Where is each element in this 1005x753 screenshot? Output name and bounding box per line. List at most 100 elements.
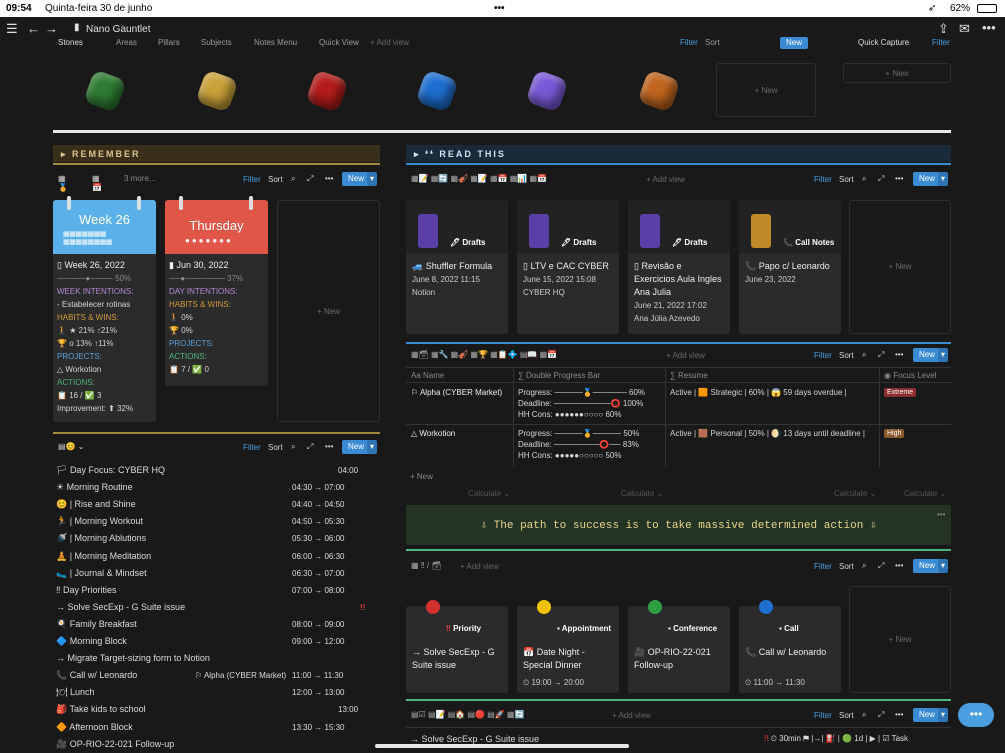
sort-link[interactable]: Sort (705, 38, 720, 47)
table-row[interactable]: △ Workotion Progress: ─────🏅───── 50% De… (406, 425, 951, 466)
task-card[interactable]: ▪ Appointment 📅 Date Night - Special Din… (517, 600, 619, 693)
chevron-down-icon[interactable]: ▾ (367, 440, 378, 454)
chevron-down-icon[interactable]: ▾ (938, 348, 949, 362)
tab-quick-view[interactable]: Quick View (319, 38, 359, 47)
search-icon[interactable]: ⌕ (862, 710, 866, 720)
more-icon[interactable]: ••• (895, 350, 903, 359)
more-icon[interactable]: ••• (895, 561, 903, 570)
more-icon[interactable]: ••• (895, 710, 903, 719)
tab-areas[interactable]: Areas (116, 38, 137, 47)
new-button[interactable]: New (913, 172, 942, 186)
bottom-task-row[interactable]: → Solve SecExp - G Suite issue (410, 734, 539, 744)
share-icon[interactable]: ⇪ (938, 21, 949, 37)
expand-icon[interactable]: ⤢ (307, 174, 313, 184)
agenda-item[interactable]: ☀ Morning Routine (56, 482, 133, 493)
more-icon[interactable]: ••• (937, 510, 945, 519)
col-name[interactable]: Name (423, 371, 444, 380)
calculate-link[interactable]: Calculate ⌄ (621, 489, 663, 498)
new-button[interactable]: New (342, 440, 371, 454)
forward-arrow-icon[interactable]: → (45, 21, 58, 36)
search-icon[interactable]: ⌕ (862, 561, 866, 571)
projects-view-tabs[interactable]: ▦🗃 ▦🔧 ▦🎻 ▦🏆 ▦📋💠 ▤📖 ▦📅 (411, 350, 557, 359)
more-icon[interactable]: ••• (895, 174, 903, 183)
filter-link[interactable]: Filter (932, 38, 950, 47)
col-progress[interactable]: Double Progress Bar (526, 371, 600, 380)
add-view-link[interactable]: + Add view (646, 175, 685, 184)
agenda-item[interactable]: 🔷 Morning Block (56, 636, 127, 647)
agenda-item[interactable]: 😊 | Rise and Shine (56, 499, 136, 510)
agenda-item[interactable]: 🥿 | Journal & Mindset (56, 568, 147, 579)
back-arrow-icon[interactable]: ← (27, 21, 40, 36)
agenda-item[interactable]: 📞 Call w/ Leonardo (56, 670, 137, 681)
search-icon[interactable]: ⌕ (291, 174, 295, 184)
read-card-relation[interactable]: Ana Júlia Azevedo (634, 312, 724, 325)
filter-link[interactable]: Filter (680, 38, 698, 47)
add-view-link[interactable]: + Add view (460, 562, 499, 571)
filter-link[interactable]: Filter (814, 562, 832, 571)
new-card[interactable]: + New (849, 200, 951, 334)
comment-icon[interactable]: ✉ (959, 21, 970, 37)
filter-link[interactable]: Filter (814, 175, 832, 184)
read-card[interactable]: 📞 Call Notes 📞 Papo c/ Leonardo June 23,… (739, 200, 841, 334)
sort-link[interactable]: Sort (839, 562, 854, 571)
remember-banner[interactable]: ▸ REMEMBER (53, 145, 380, 162)
agenda-item-relation[interactable]: ⚐ Alpha (CYBER Market) (195, 671, 286, 680)
page-title[interactable]: Nano Gauntlet (86, 24, 151, 35)
search-icon[interactable]: ⌕ (291, 442, 295, 452)
agenda-item[interactable]: 🍽 Lunch (56, 687, 94, 698)
agenda-item[interactable]: 🎥 OP-RIO-22-021 Follow-up (56, 739, 174, 750)
chevron-down-icon[interactable]: ▾ (938, 708, 949, 722)
agenda-item[interactable]: 🏃 | Morning Workout (56, 516, 143, 527)
agenda-item[interactable]: 🧘 | Morning Meditation (56, 551, 151, 562)
table-row[interactable]: ⚐ Alpha (CYBER Market) Progress: ─────🏅─… (406, 384, 951, 425)
add-view-link[interactable]: + Add view (370, 38, 409, 47)
col-resume[interactable]: Resume (678, 371, 708, 380)
week-project[interactable]: Workotion (65, 365, 101, 374)
add-view-link[interactable]: + Add view (666, 351, 705, 360)
expand-icon[interactable]: ⤢ (878, 561, 884, 571)
agenda-item[interactable]: 🏳 Day Focus: CYBER HQ (56, 465, 165, 476)
tasks-view-tabs[interactable]: ▦ ‼ / 🗃 (411, 561, 442, 570)
new-row-button[interactable]: + New (410, 472, 433, 481)
tab-stones[interactable]: Stones (58, 38, 83, 47)
new-card[interactable]: + New (277, 200, 380, 422)
table-icon[interactable]: ▤😊 ⌄ (58, 442, 84, 451)
sort-link[interactable]: Sort (268, 443, 283, 452)
floating-more-button[interactable]: ••• (958, 703, 994, 727)
more-views-link[interactable]: 3 more... (124, 174, 156, 183)
new-card[interactable]: + New (849, 586, 951, 693)
chevron-down-icon[interactable]: ▾ (367, 172, 378, 186)
read-card-relation[interactable]: Notion (412, 286, 502, 299)
agenda-item[interactable]: → Solve SecExp - G Suite issue (56, 602, 185, 612)
task-card[interactable]: ‼ Priority → Solve SecExp - G Suite issu… (406, 600, 508, 693)
multitask-dots[interactable]: ••• (494, 3, 505, 14)
task-card[interactable]: ▪ Call 📞 Call w/ Leonardo ⏲ 11:00 → 11:3… (739, 600, 841, 693)
new-stone-card[interactable]: + New (716, 63, 816, 117)
purple-stone-icon[interactable] (525, 69, 569, 113)
day-card[interactable]: Thursday ●●●●●●● ▮ Jun 30, 2022 ──●─────… (165, 196, 268, 386)
read-card-relation[interactable]: CYBER HQ (523, 286, 613, 299)
project-name[interactable]: Alpha (CYBER Market) (420, 388, 502, 397)
sort-link[interactable]: Sort (839, 351, 854, 360)
read-card[interactable]: 🖊 Drafts ▯ LTV e CAC CYBER June 15, 2022… (517, 200, 619, 334)
table-icon[interactable]: ▦🏅 (58, 174, 68, 192)
project-name[interactable]: Workotion (419, 429, 455, 438)
col-focus[interactable]: Focus Level (893, 371, 936, 380)
agenda-item[interactable]: 🍳 Family Breakfast (56, 619, 137, 630)
menu-icon[interactable]: ☰ (6, 21, 18, 37)
expand-icon[interactable]: ⤢ (878, 710, 884, 720)
read-banner[interactable]: ▸ ❛❛ READ THIS (406, 145, 951, 162)
new-button[interactable]: New (780, 37, 809, 49)
tab-pillars[interactable]: Pillars (158, 38, 180, 47)
home-indicator[interactable] (375, 744, 629, 748)
tab-subjects[interactable]: Subjects (201, 38, 232, 47)
week-card[interactable]: Week 26 ▦▦▦▦▦▦▦ ▦▦▦▦▦▦▦▦ ▯ Week 26, 2022… (53, 196, 156, 422)
agenda-item[interactable]: 🎒 Take kids to school (56, 704, 146, 715)
filter-link[interactable]: Filter (243, 443, 261, 452)
expand-icon[interactable]: ⤢ (307, 442, 313, 452)
new-button[interactable]: New (913, 559, 942, 573)
quick-capture-title[interactable]: Quick Capture (858, 38, 909, 47)
search-icon[interactable]: ⌕ (862, 350, 866, 360)
expand-icon[interactable]: ⤢ (878, 174, 884, 184)
new-button[interactable]: New (342, 172, 371, 186)
